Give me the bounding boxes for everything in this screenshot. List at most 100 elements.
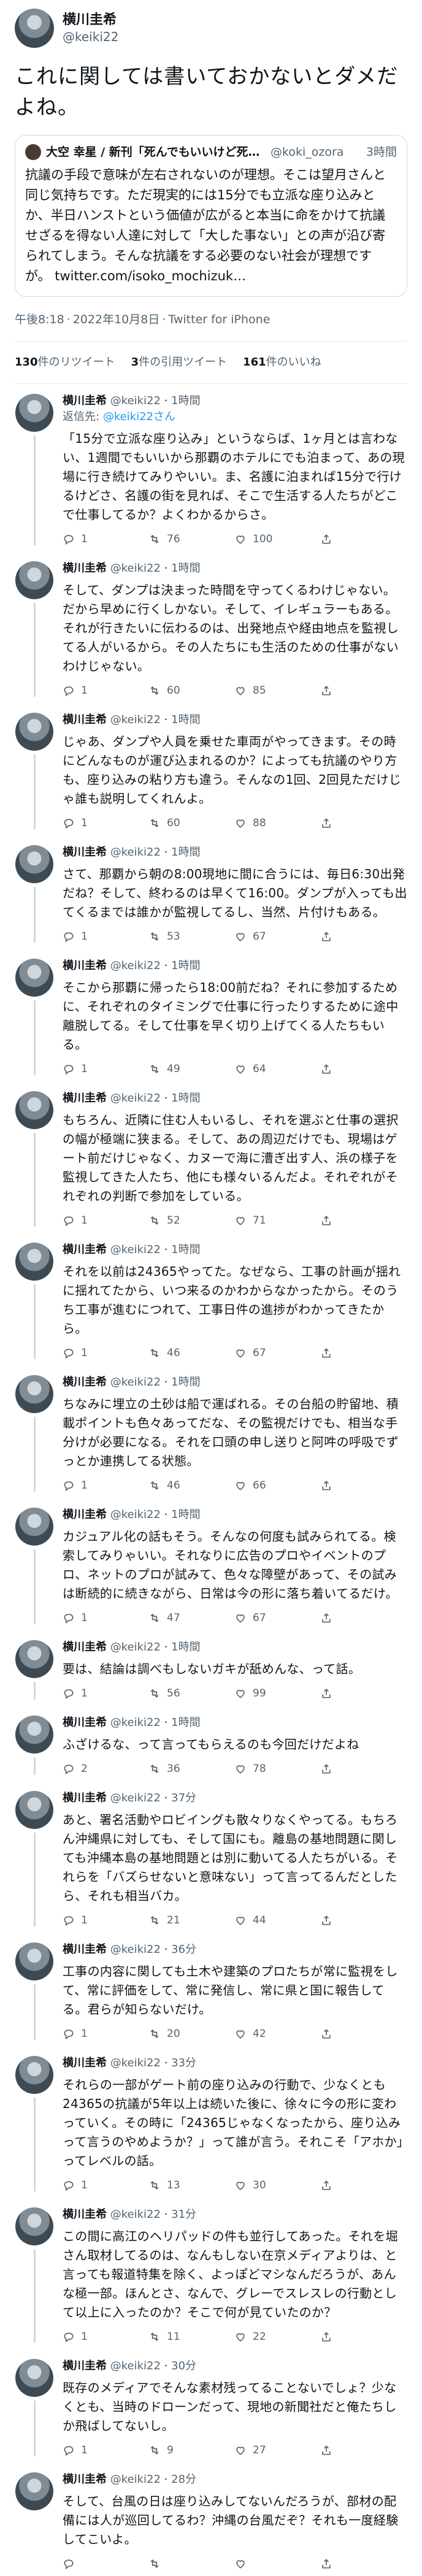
reply-button[interactable]: 1 bbox=[63, 1687, 148, 1700]
reply-timestamp[interactable]: 37分 bbox=[171, 1792, 196, 1804]
reply-timestamp[interactable]: 28分 bbox=[171, 2473, 196, 2486]
author-handle[interactable]: @keiki22 bbox=[110, 394, 161, 407]
reply-button[interactable]: 1 bbox=[63, 2179, 148, 2191]
reply-button[interactable]: 1 bbox=[63, 684, 148, 697]
quote-count-link[interactable]: 3件の引用ツイート bbox=[131, 355, 228, 370]
retweet-button[interactable]: 60 bbox=[148, 817, 234, 829]
author-name[interactable]: 横川圭希 bbox=[63, 2473, 107, 2486]
author-name[interactable]: 横川圭希 bbox=[63, 713, 107, 726]
reply-tweet[interactable]: 横川圭希 @keiki22 · 1時間 そして、ダンプは決まった時間を守ってくる… bbox=[0, 551, 422, 703]
author-handle[interactable]: @keiki22 bbox=[110, 959, 161, 972]
retweet-button[interactable]: 46 bbox=[148, 1479, 234, 1492]
avatar[interactable] bbox=[15, 9, 54, 48]
author-name[interactable]: 横川圭希 bbox=[63, 12, 118, 29]
reply-to-handle[interactable]: @keiki22さん bbox=[103, 410, 175, 423]
share-button[interactable] bbox=[320, 1763, 339, 1775]
like-button[interactable]: 85 bbox=[234, 684, 320, 697]
author-handle[interactable]: @keiki22 bbox=[110, 2057, 161, 2069]
share-button[interactable] bbox=[320, 684, 339, 697]
avatar[interactable] bbox=[15, 1640, 53, 1678]
author-name[interactable]: 横川圭希 bbox=[63, 1641, 107, 1654]
retweet-button[interactable]: 60 bbox=[148, 684, 234, 697]
author-name[interactable]: 横川圭希 bbox=[63, 846, 107, 859]
retweet-button[interactable] bbox=[148, 2558, 234, 2570]
reply-timestamp[interactable]: 33分 bbox=[171, 2057, 196, 2069]
like-button[interactable]: 67 bbox=[234, 1347, 320, 1359]
reply-button[interactable]: 1 bbox=[63, 1063, 148, 1075]
like-button[interactable]: 42 bbox=[234, 2028, 320, 2040]
reply-timestamp[interactable]: 1時間 bbox=[171, 846, 200, 859]
like-button[interactable]: 67 bbox=[234, 1612, 320, 1624]
retweet-button[interactable]: 56 bbox=[148, 1687, 234, 1700]
reply-tweet[interactable]: 横川圭希 @keiki22 · 37分 あと、署名活動やロビイングも散々りなくや… bbox=[0, 1781, 422, 1933]
retweet-button[interactable]: 46 bbox=[148, 1347, 234, 1359]
share-button[interactable] bbox=[320, 1914, 339, 1926]
share-button[interactable] bbox=[320, 2331, 339, 2343]
avatar[interactable] bbox=[15, 845, 53, 883]
reply-timestamp[interactable]: 36分 bbox=[171, 1943, 196, 1956]
author-name[interactable]: 横川圭希 bbox=[63, 1792, 107, 1804]
author-name[interactable]: 横川圭希 bbox=[63, 1508, 107, 1521]
reply-timestamp[interactable]: 1時間 bbox=[171, 959, 200, 972]
author-name[interactable]: 横川圭希 bbox=[63, 2057, 107, 2069]
author-handle[interactable]: @keiki22 bbox=[110, 2208, 161, 2221]
like-button[interactable]: 71 bbox=[234, 1214, 320, 1227]
reply-button[interactable]: 1 bbox=[63, 2331, 148, 2343]
reply-tweet[interactable]: 横川圭希 @keiki22 · 36分 工事の内容に関しても土木や建築のプロたち… bbox=[0, 1933, 422, 2046]
like-button[interactable]: 66 bbox=[234, 1479, 320, 1492]
reply-button[interactable]: 1 bbox=[63, 2028, 148, 2040]
reply-button[interactable]: 1 bbox=[63, 2444, 148, 2456]
retweet-button[interactable]: 52 bbox=[148, 1214, 234, 1227]
reply-button[interactable]: 1 bbox=[63, 817, 148, 829]
tweet-date[interactable]: 2022年10月8日 bbox=[73, 313, 160, 326]
avatar[interactable] bbox=[15, 1243, 53, 1281]
like-button[interactable]: 30 bbox=[234, 2179, 320, 2191]
reply-tweet[interactable]: 横川圭希 @keiki22 · 1時間 要は、結論は調べもしないガキが舐めんな、… bbox=[0, 1630, 422, 1706]
reply-tweet[interactable]: 横川圭希 @keiki22 · 1時間 もちろん、近隣に住む人もいるし、それを選… bbox=[0, 1081, 422, 1233]
share-button[interactable] bbox=[320, 1347, 339, 1359]
like-button[interactable]: 22 bbox=[234, 2331, 320, 2343]
reply-tweet[interactable]: 横川圭希 @keiki22 · 1時間 返信先: @keiki22さん 「15分… bbox=[0, 384, 422, 551]
reply-button[interactable]: 1 bbox=[63, 1612, 148, 1624]
retweet-button[interactable]: 13 bbox=[148, 2179, 234, 2191]
reply-tweet[interactable]: 横川圭希 @keiki22 · 28分 そして、台風の日は座り込みしてないんだろ… bbox=[0, 2463, 422, 2576]
like-button[interactable] bbox=[234, 2558, 320, 2570]
avatar[interactable] bbox=[15, 959, 53, 997]
like-button[interactable]: 27 bbox=[234, 2444, 320, 2456]
author-handle[interactable]: @keiki22 bbox=[110, 1716, 161, 1729]
reply-timestamp[interactable]: 1時間 bbox=[171, 1716, 200, 1729]
like-button[interactable]: 78 bbox=[234, 1763, 320, 1775]
retweet-button[interactable]: 21 bbox=[148, 1914, 234, 1926]
tweet-client[interactable]: Twitter for iPhone bbox=[168, 313, 270, 326]
reply-tweet[interactable]: 横川圭希 @keiki22 · 1時間 ふざけるな、って言ってもらえるのも今回だ… bbox=[0, 1706, 422, 1781]
share-button[interactable] bbox=[320, 1687, 339, 1700]
like-button[interactable]: 100 bbox=[234, 533, 320, 545]
author-handle[interactable]: @keiki22 bbox=[110, 1943, 161, 1956]
reply-timestamp[interactable]: 1時間 bbox=[171, 1641, 200, 1654]
share-button[interactable] bbox=[320, 2028, 339, 2040]
avatar[interactable] bbox=[15, 1715, 53, 1754]
author-handle[interactable]: @keiki22 bbox=[110, 713, 161, 726]
author-handle[interactable]: @keiki22 bbox=[110, 1641, 161, 1654]
retweet-button[interactable]: 49 bbox=[148, 1063, 234, 1075]
author-handle[interactable]: @keiki22 bbox=[110, 1243, 161, 1256]
share-button[interactable] bbox=[320, 1063, 339, 1075]
share-button[interactable] bbox=[320, 1214, 339, 1227]
author-handle[interactable]: @keiki22 bbox=[110, 846, 161, 859]
author-handle[interactable]: @keiki22 bbox=[110, 1376, 161, 1389]
share-button[interactable] bbox=[320, 930, 339, 943]
author-name[interactable]: 横川圭希 bbox=[63, 1376, 107, 1389]
retweet-button[interactable]: 53 bbox=[148, 930, 234, 943]
avatar[interactable] bbox=[15, 2056, 53, 2094]
reply-button[interactable]: 1 bbox=[63, 533, 148, 545]
avatar[interactable] bbox=[15, 1091, 53, 1129]
share-button[interactable] bbox=[320, 2558, 339, 2570]
reply-timestamp[interactable]: 30分 bbox=[171, 2359, 196, 2372]
retweet-button[interactable]: 20 bbox=[148, 2028, 234, 2040]
avatar[interactable] bbox=[15, 561, 53, 599]
author-handle[interactable]: @keiki22 bbox=[110, 562, 161, 575]
author-name[interactable]: 横川圭希 bbox=[63, 1943, 107, 1956]
author-name[interactable]: 横川圭希 bbox=[63, 1243, 107, 1256]
reply-timestamp[interactable]: 1時間 bbox=[171, 1376, 200, 1389]
author-handle[interactable]: @keiki22 bbox=[63, 29, 118, 45]
